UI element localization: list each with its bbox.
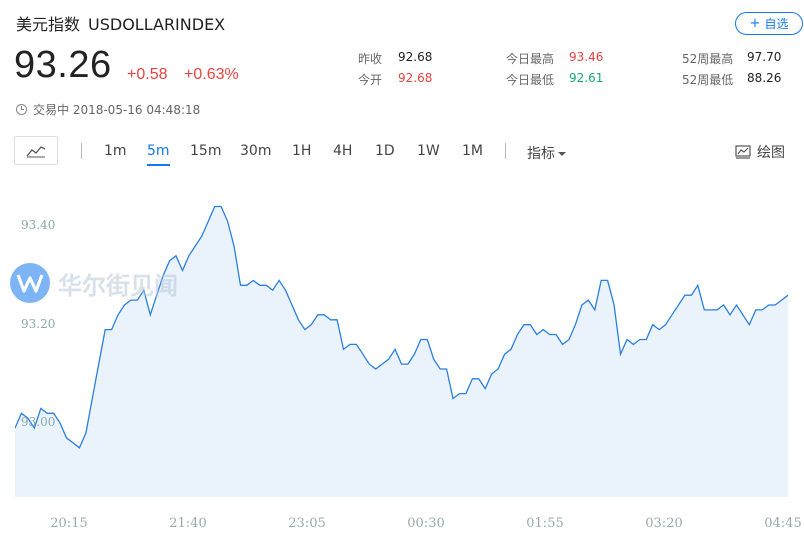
trading-status: 交易中 2018-05-16 04:48:18 [16,101,200,118]
timeframe-5m[interactable]: 5m [147,143,170,166]
stat-52w-low: 52周最低 88.26 [682,71,792,88]
x-tick-label: 04:45 [764,516,802,531]
wallstreetcn-logo-icon [10,263,50,303]
draw-button[interactable]: 绘图 [735,142,785,162]
stat-label: 52周最高 [682,52,734,66]
stat-label: 今日最高 [506,52,555,66]
stat-day-low: 今日最低 92.61 [506,71,626,88]
add-watchlist-label: 自选 [764,17,789,31]
stat-label: 52周最低 [682,73,734,87]
current-price: 93.26 [14,44,112,86]
timeframe-30m[interactable]: 30m [240,143,271,159]
stat-value: 92.68 [398,50,433,64]
x-tick-label: 01:55 [526,516,564,531]
drawing-tool-icon [735,145,751,159]
timeframe-1H[interactable]: 1H [292,143,311,159]
x-tick-label: 23:05 [288,516,326,531]
chart-type-button[interactable] [14,136,58,165]
x-tick-label: 20:15 [50,516,88,531]
price-change: +0.58 [127,66,168,83]
plus-icon: + [749,16,761,31]
stat-label: 今日最低 [506,73,555,87]
stat-prev-close: 昨收 92.68 [358,50,478,67]
chart-toolbar: 1m 5m 15m 30m 1H 4H 1D 1W 1M 指标 绘图 [0,136,804,166]
timeframe-1W[interactable]: 1W [417,143,440,159]
x-tick-label: 21:40 [169,516,207,531]
y-tick-label: 93.20 [21,316,56,331]
y-tick-label: 93.40 [21,218,56,233]
x-tick-label: 00:30 [407,516,445,531]
y-tick-label: 93.00 [21,415,56,430]
add-watchlist-button[interactable]: + 自选 [735,12,803,35]
instrument-name: 美元指数 [16,15,81,34]
toolbar-divider [81,143,82,159]
stat-value: 88.26 [747,71,782,85]
clock-icon [16,104,27,115]
timeframe-1D[interactable]: 1D [375,143,395,159]
stat-value: 92.68 [398,71,433,85]
stat-52w-high: 52周最高 97.70 [682,50,792,67]
stat-value: 97.70 [747,50,782,64]
stat-label: 昨收 [358,52,383,66]
toolbar-divider [505,143,506,159]
caret-down-icon [558,152,566,156]
stat-label: 今开 [358,73,383,87]
draw-label: 绘图 [757,145,785,161]
price-chart[interactable]: 93.40 93.20 93.00 20:15 21:40 23:05 00:30 01:5… [15,177,804,537]
timeframe-15m[interactable]: 15m [190,143,221,159]
stat-value: 93.46 [569,50,604,64]
trading-status-text: 交易中 2018-05-16 04:48:18 [33,103,201,117]
instrument-code: USDOLLARINDEX [88,15,226,34]
timeframe-4H[interactable]: 4H [333,143,352,159]
watermark-text: 华尔街见闻 [58,270,178,300]
indicator-dropdown[interactable]: 指标 [527,143,566,163]
timeframe-1m[interactable]: 1m [104,143,127,159]
timeframe-1M[interactable]: 1M [462,143,483,159]
indicator-label: 指标 [527,146,555,162]
x-tick-label: 03:20 [645,516,683,531]
watermark: 华尔街见闻 [10,263,178,303]
stat-day-high: 今日最高 93.46 [506,50,626,67]
instrument-title: 美元指数 USDOLLARINDEX [16,11,225,35]
line-chart-icon [26,145,46,157]
chart-canvas [15,205,789,497]
price-area-fill [15,206,788,497]
stat-open: 今开 92.68 [358,71,478,88]
price-change-percent: +0.63% [184,66,239,83]
stat-value: 92.61 [569,71,604,85]
